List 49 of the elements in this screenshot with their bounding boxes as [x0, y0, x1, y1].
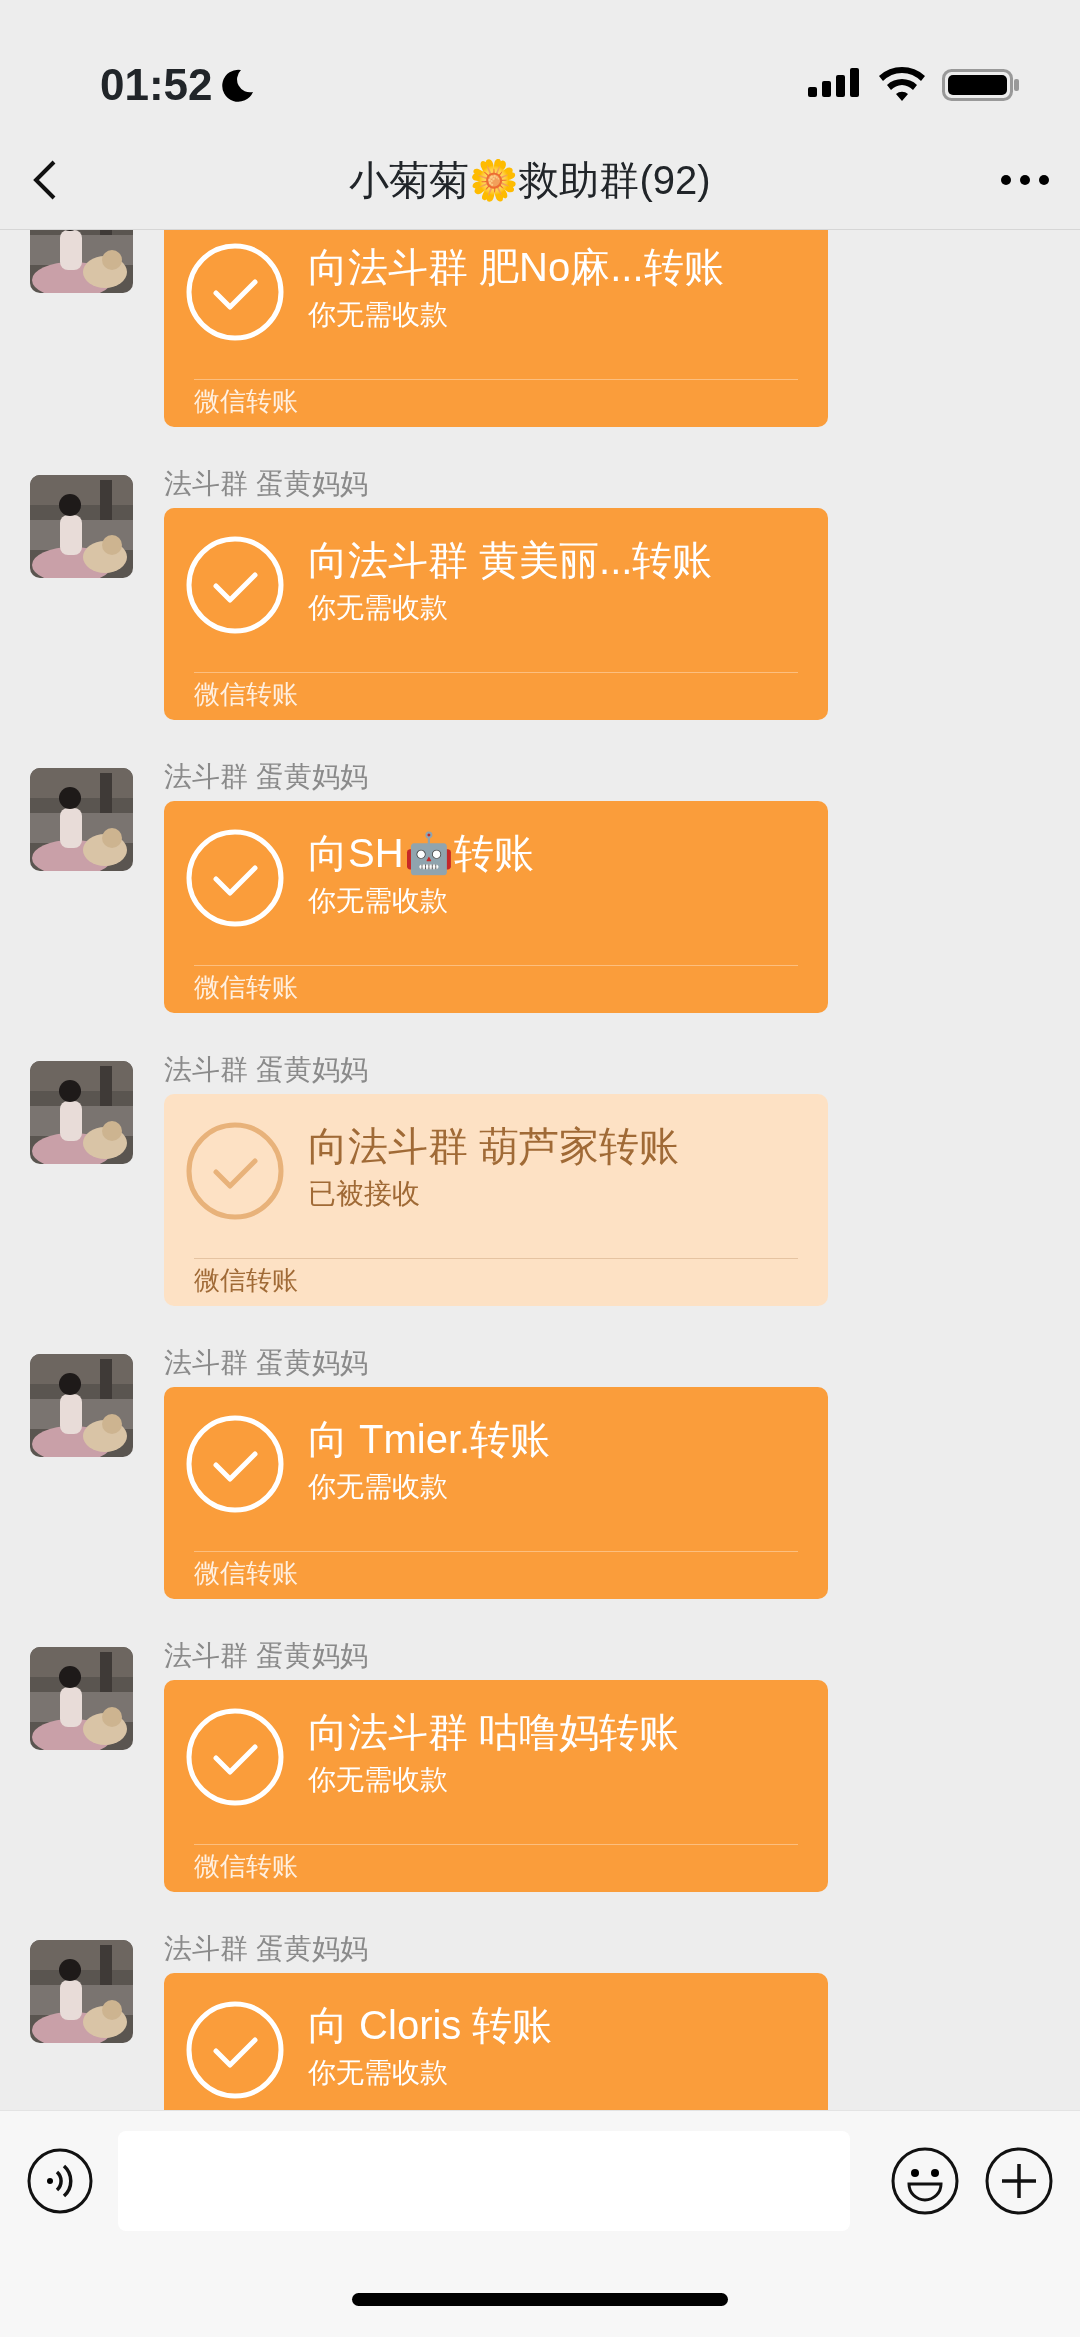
sender-name: 法斗群 蛋黄妈妈: [164, 1053, 369, 1086]
check-icon: [186, 1708, 284, 1806]
more-button[interactable]: [1000, 172, 1050, 187]
transfer-title: 向法斗群 黄美丽...转账: [308, 537, 713, 584]
transfer-label: 微信转账: [194, 1850, 299, 1883]
transfer-title: 向法斗群 咕噜妈转账: [308, 1709, 680, 1756]
transfer-label: 微信转账: [194, 1557, 299, 1590]
moon-icon: [220, 68, 255, 102]
transfer-title: 向法斗群 肥No麻...转账: [308, 244, 724, 291]
wifi-icon: [878, 67, 926, 103]
transfer-status: 你无需收款: [308, 1763, 449, 1797]
transfer-label: 微信转账: [194, 971, 299, 1004]
check-icon: [186, 243, 284, 341]
transfer-label: 微信转账: [194, 678, 299, 711]
check-icon: [186, 536, 284, 634]
check-icon: [186, 829, 284, 927]
transfer-title: 向SH🤖转账: [308, 830, 534, 877]
transfer-bubble[interactable]: 向 Tmier.转账 你无需收款 微信转账: [164, 1387, 828, 1599]
battery-icon: [942, 67, 1020, 103]
sender-name: 法斗群 蛋黄妈妈: [164, 760, 369, 793]
transfer-label: 微信转账: [194, 385, 299, 418]
add-button[interactable]: [984, 2146, 1054, 2216]
transfer-status: 你无需收款: [308, 1470, 449, 1504]
check-icon: [186, 1415, 284, 1513]
sender-name: 法斗群 蛋黄妈妈: [164, 467, 369, 500]
sender-name: 法斗群 蛋黄妈妈: [164, 1932, 369, 1965]
transfer-bubble[interactable]: 向SH🤖转账 你无需收款 微信转账: [164, 801, 828, 1013]
transfer-bubble[interactable]: 向法斗群 肥No麻...转账 你无需收款 微信转账: [164, 230, 828, 427]
transfer-status: 你无需收款: [308, 2056, 449, 2090]
transfer-status: 你无需收款: [308, 884, 449, 918]
transfer-bubble[interactable]: 向 Cloris 转账 你无需收款: [164, 1973, 828, 2110]
check-icon: [186, 2001, 284, 2099]
transfer-bubble[interactable]: 向法斗群 黄美丽...转账 你无需收款 微信转账: [164, 508, 828, 720]
transfer-label: 微信转账: [194, 1264, 299, 1297]
check-icon: [186, 1122, 284, 1220]
sender-name: 法斗群 蛋黄妈妈: [164, 1639, 369, 1672]
transfer-status: 已被接收: [308, 1177, 421, 1211]
transfer-bubble[interactable]: 向法斗群 咕噜妈转账 你无需收款 微信转账: [164, 1680, 828, 1892]
voice-button[interactable]: [26, 2147, 94, 2215]
emoji-button[interactable]: [890, 2146, 960, 2216]
transfer-status: 你无需收款: [308, 298, 449, 332]
transfer-bubble[interactable]: 向法斗群 葫芦家转账 已被接收 微信转账: [164, 1094, 828, 1306]
transfer-status: 你无需收款: [308, 591, 449, 625]
chat-title: 小菊菊🌼救助群(92): [349, 156, 711, 204]
status-time: 01:52: [100, 63, 213, 107]
transfer-title: 向法斗群 葫芦家转账: [308, 1123, 680, 1170]
sender-name: 法斗群 蛋黄妈妈: [164, 1346, 369, 1379]
transfer-title: 向 Tmier.转账: [308, 1416, 551, 1463]
transfer-title: 向 Cloris 转账: [308, 2002, 553, 2049]
